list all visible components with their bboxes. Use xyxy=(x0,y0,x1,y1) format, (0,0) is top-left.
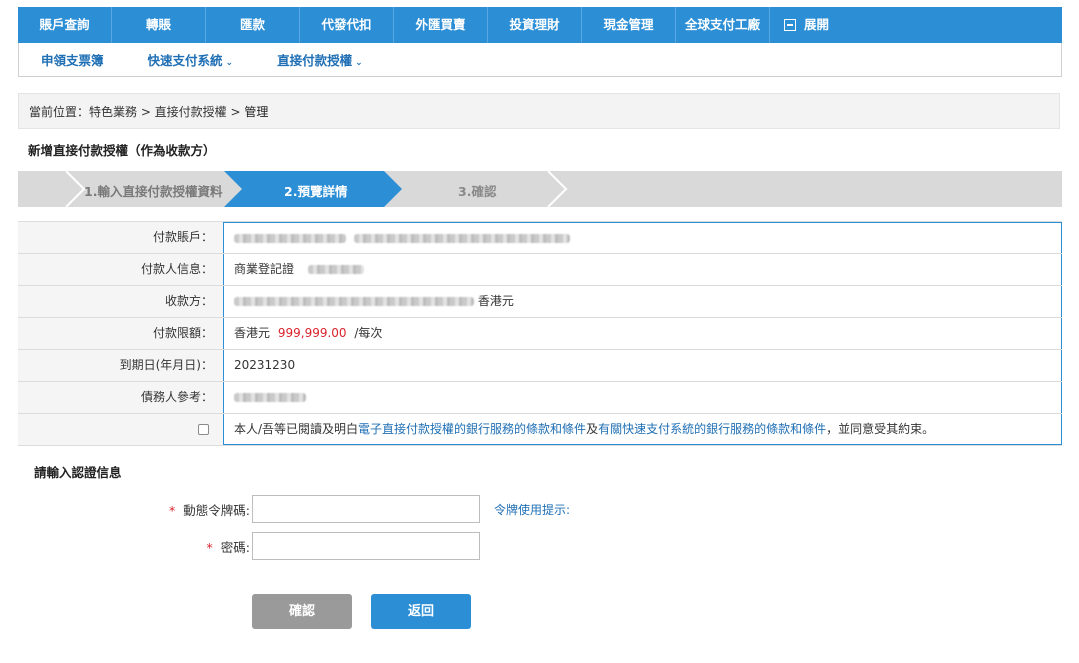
expand-menu-button[interactable]: 展開 xyxy=(770,7,829,43)
chevron-down-icon: ⌄ xyxy=(225,58,234,68)
payer-account-value xyxy=(223,222,1062,253)
nav-remittance[interactable]: 匯款 xyxy=(206,7,300,43)
auth-title: 請輸入認證信息 xyxy=(34,465,122,480)
payee-label: 收款方： xyxy=(18,286,223,317)
payer-info-value: 商業登記證 xyxy=(223,254,1062,285)
nav-payroll[interactable]: 代發代扣 xyxy=(300,7,394,43)
subnav-cheque-book-label: 申領支票簿 xyxy=(41,53,104,68)
terms-checkbox[interactable] xyxy=(198,424,209,435)
token-label-text: 動態令牌碼: xyxy=(183,502,250,518)
breadcrumb-path: 當前位置：特色業務 > 直接付款授權 > xyxy=(29,105,245,119)
payer-account-label: 付款賬戶： xyxy=(18,222,223,253)
terms-checkbox-cell xyxy=(18,414,223,445)
token-label: * 動態令牌碼: xyxy=(0,500,250,519)
terms-middle: 及 xyxy=(586,422,599,436)
step-3-label: 3.確認 xyxy=(458,184,497,199)
row-payer-account: 付款賬戶： xyxy=(18,222,1062,254)
subnav-fps-label: 快速支付系統 xyxy=(147,53,223,68)
limit-value: 香港元 999,999.00 /每次 xyxy=(223,318,1062,349)
step-1-label: 1.輸入直接付款授權資料 xyxy=(84,184,223,199)
terms-prefix: 本人/吾等已閱讀及明白 xyxy=(234,422,359,436)
nav-account-inquiry[interactable]: 賬戶查詢 xyxy=(18,7,112,43)
terms-text: 本人/吾等已閱讀及明白電子直接付款授權的銀行服務的條款和條件及有關快速支付系統的… xyxy=(223,414,1062,445)
token-row: * 動態令牌碼: 令牌使用提示: xyxy=(0,495,570,523)
nav-global-payment[interactable]: 全球支付工廠 xyxy=(676,7,770,43)
redacted-text xyxy=(234,393,306,402)
nav-cash-management[interactable]: 現金管理 xyxy=(582,7,676,43)
expiry-label: 到期日(年月日)： xyxy=(18,350,223,381)
debtor-ref-value xyxy=(223,382,1062,413)
redacted-text xyxy=(234,297,474,306)
password-label: * 密碼: xyxy=(0,537,250,556)
subnav-cheque-book[interactable]: 申領支票簿 xyxy=(41,50,104,69)
terms-suffix: ，並同意受其約束。 xyxy=(826,422,935,436)
detail-table: 付款賬戶： 付款人信息： 商業登記證 收款方： 香港元 付款限額： 香港元 99… xyxy=(18,221,1062,446)
required-mark: * xyxy=(169,502,176,518)
required-mark: * xyxy=(206,539,213,555)
breadcrumb-current: 管理 xyxy=(244,105,269,119)
row-payee: 收款方： 香港元 xyxy=(18,286,1062,318)
terms-link-edda[interactable]: 電子直接付款授權的銀行服務的條款和條件 xyxy=(358,422,586,436)
confirm-button[interactable]: 確認 xyxy=(252,594,352,629)
chevron-down-icon: ⌄ xyxy=(355,58,363,68)
payee-value: 香港元 xyxy=(223,286,1062,317)
expand-label: 展開 xyxy=(804,17,830,32)
redacted-text xyxy=(307,265,364,274)
payee-currency: 香港元 xyxy=(477,294,514,308)
back-button[interactable]: 返回 xyxy=(371,594,471,629)
row-expiry: 到期日(年月日)： 20231230 xyxy=(18,350,1062,382)
nav-forex[interactable]: 外匯買賣 xyxy=(394,7,488,43)
row-debtor-ref: 債務人參考： xyxy=(18,382,1062,414)
subnav-direct-debit-label: 直接付款授權 xyxy=(277,53,353,68)
top-nav: 賬戶查詢 轉賬 匯款 代發代扣 外匯買賣 投資理財 現金管理 全球支付工廠 展開 xyxy=(18,7,1062,43)
redacted-text xyxy=(234,234,346,243)
subnav-fps[interactable]: 快速支付系統 ⌄ xyxy=(148,50,234,69)
step-2-label: 2.預覽詳情 xyxy=(284,184,348,199)
sub-nav: 申領支票簿 快速支付系統 ⌄ 直接付款授權 ⌄ xyxy=(18,43,1062,77)
subnav-direct-debit[interactable]: 直接付款授權 ⌄ xyxy=(277,50,363,69)
nav-investment[interactable]: 投資理財 xyxy=(488,7,582,43)
limit-suffix: /每次 xyxy=(354,326,383,340)
redacted-text xyxy=(353,234,570,243)
collapse-box-icon xyxy=(784,19,796,31)
password-label-text: 密碼: xyxy=(220,539,250,555)
step-indicator: 1.輸入直接付款授權資料 2.預覽詳情 3.確認 xyxy=(18,171,1062,207)
payer-info-label: 付款人信息： xyxy=(18,254,223,285)
token-input[interactable] xyxy=(252,495,480,523)
password-row: * 密碼: xyxy=(0,532,480,560)
debtor-ref-label: 債務人參考： xyxy=(18,382,223,413)
nav-transfer[interactable]: 轉賬 xyxy=(112,7,206,43)
row-payer-info: 付款人信息： 商業登記證 xyxy=(18,254,1062,286)
row-terms: 本人/吾等已閱讀及明白電子直接付款授權的銀行服務的條款和條件及有關快速支付系統的… xyxy=(18,414,1062,446)
expiry-value: 20231230 xyxy=(223,350,1062,381)
limit-currency: 香港元 xyxy=(234,326,271,340)
payer-info-doc-type: 商業登記證 xyxy=(234,262,295,276)
page-title: 新增直接付款授權（作為收款方） xyxy=(28,143,216,158)
limit-label: 付款限額： xyxy=(18,318,223,349)
token-hint-link[interactable]: 令牌使用提示: xyxy=(494,501,570,518)
breadcrumb: 當前位置：特色業務 > 直接付款授權 > 管理 xyxy=(18,93,1060,129)
row-limit: 付款限額： 香港元 999,999.00 /每次 xyxy=(18,318,1062,350)
terms-link-fps[interactable]: 有關快速支付系統的銀行服務的條款和條件 xyxy=(598,422,826,436)
password-input[interactable] xyxy=(252,532,480,560)
limit-amount: 999,999.00 xyxy=(277,326,347,340)
